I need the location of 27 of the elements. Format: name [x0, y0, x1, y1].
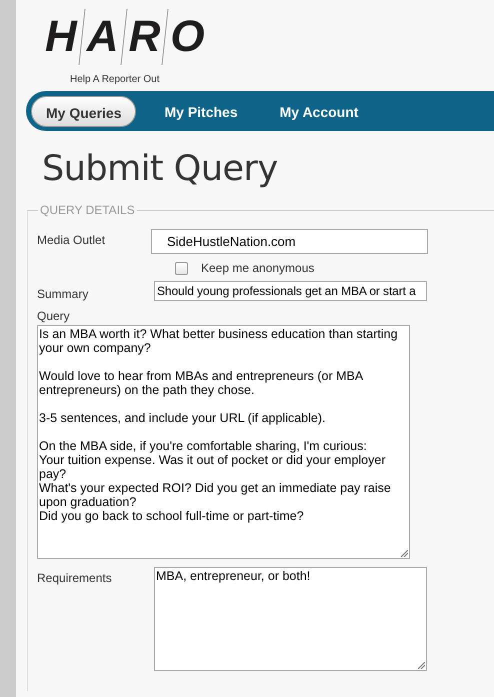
checkbox[interactable] — [175, 262, 188, 274]
checkbox-label: Keep me anonymous — [201, 261, 314, 275]
logo-tagline: Help A Reporter Out — [70, 74, 160, 85]
logo-divider — [78, 9, 86, 65]
logo-divider — [161, 9, 170, 65]
field-label: Query — [37, 308, 70, 323]
nav-tab[interactable]: My Account — [266, 96, 372, 126]
input-field[interactable]: SideHustleNation.com — [151, 229, 428, 254]
page-title: Submit Query — [42, 149, 279, 191]
input-field[interactable]: Should young professionals get an MBA or start a — [154, 281, 427, 301]
text-area[interactable] — [37, 325, 410, 559]
text-area[interactable]: MBA, entrepreneur, or both! — [154, 567, 427, 671]
logo-divider — [120, 9, 128, 65]
nav-tab[interactable]: My Pitches — [150, 96, 252, 126]
nav-tab[interactable]: My Queries — [31, 96, 136, 126]
field-label: Requirements — [37, 570, 113, 585]
logo-letter: R — [128, 15, 160, 59]
resize-grip-icon[interactable] — [401, 550, 408, 557]
text-area-text: Is an MBA worth it? What better business education than starting your own company? Would love to hear from MBAs and entrepreneurs (or MBA entrepreneurs) on the path they chose. 3-5 sentences, and include your URL (if applicable). On the MBA side, if you're comfortable sharing, I'm curious: Your tuition expense. Was it out of pocket or did your employer pay? What's your expected ROI? Did you get an immediate pay raise upon graduation? Did you go back to school full-time or part-time? — [39, 327, 399, 523]
field-label: Media Outlet — [37, 232, 106, 247]
resize-grip-icon[interactable] — [418, 662, 425, 669]
text-area-text: MBA, entrepreneur, or both! — [156, 569, 310, 583]
section-legend: QUERY DETAILS — [38, 203, 137, 217]
logo-letter: A — [86, 15, 119, 59]
logo-letter: O — [170, 15, 205, 59]
logo-letter: H — [45, 15, 77, 59]
field-label: Summary — [37, 286, 90, 301]
